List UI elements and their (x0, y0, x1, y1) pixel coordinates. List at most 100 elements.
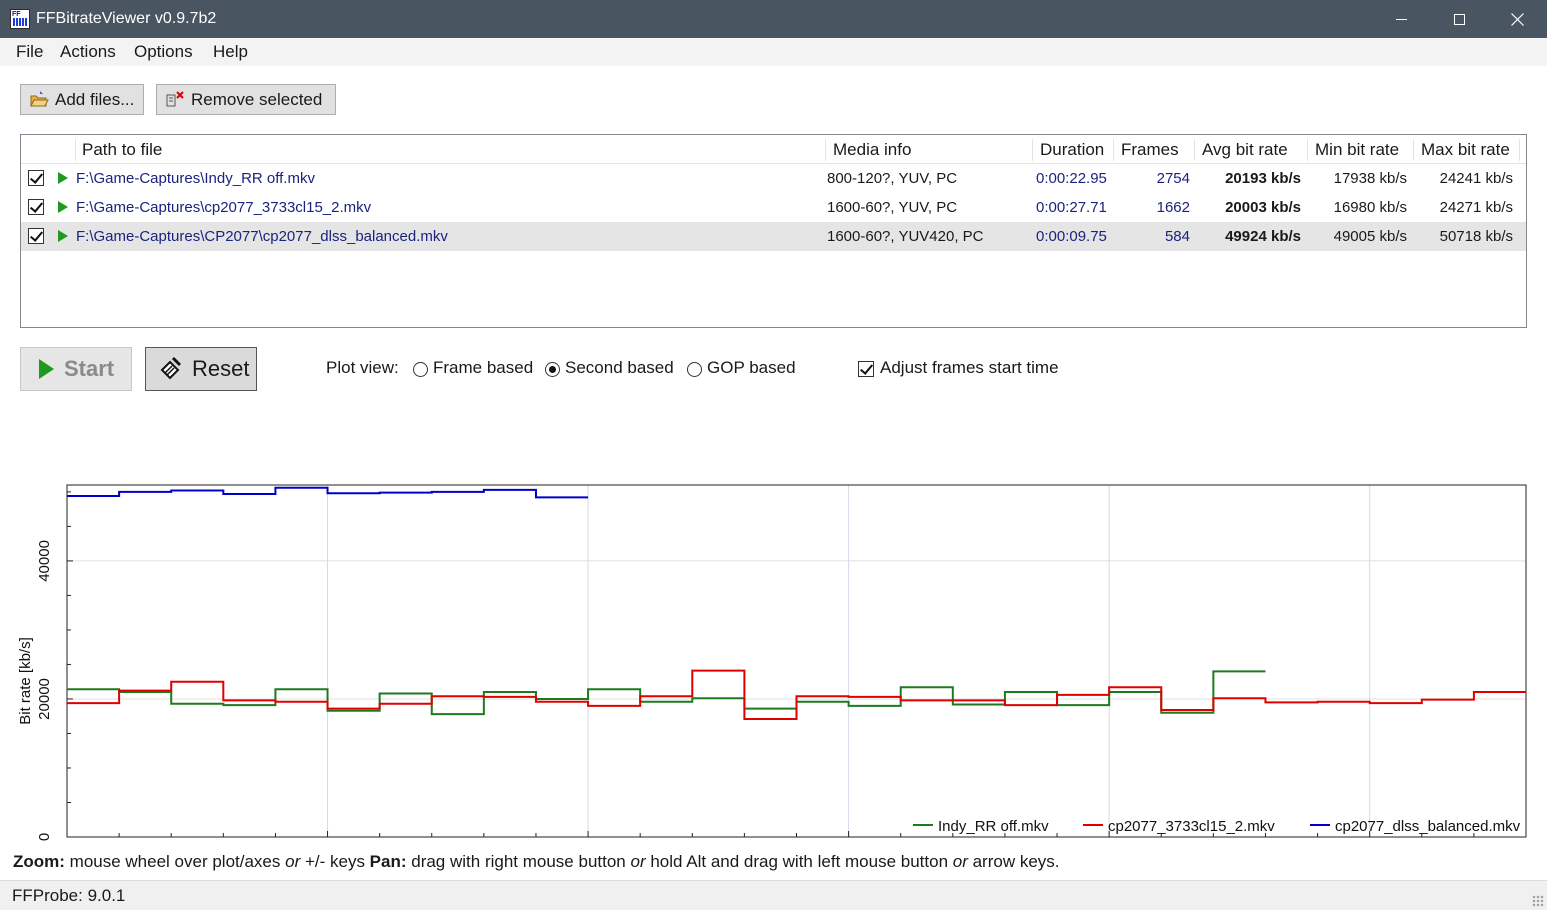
duration: 0:00:22.95 (1036, 170, 1107, 187)
file-list[interactable]: Path to file Media info Duration Frames … (20, 134, 1527, 328)
plot-view-label: Plot view: (326, 358, 399, 377)
menu-help[interactable]: Help (213, 42, 248, 62)
radio-gop-based[interactable] (687, 362, 702, 377)
radio-second-based[interactable] (545, 362, 560, 377)
folder-open-icon (29, 90, 49, 110)
pan-label: Pan: (369, 852, 407, 871)
legend-label: cp2077_dlss_balanced.mkv (1335, 818, 1521, 835)
media-info: 1600-60?, YUV420, PC (827, 228, 984, 245)
minimize-icon (1395, 18, 1407, 20)
maximize-icon (1453, 13, 1465, 25)
legend-label: Indy_RR off.mkv (938, 818, 1049, 835)
add-files-button[interactable]: Add files... (20, 84, 144, 115)
or-text: or (952, 852, 968, 871)
avg-bit-rate: 20193 kb/s (1225, 170, 1301, 187)
min-bit-rate: 17938 kb/s (1333, 170, 1407, 187)
column-max-bit-rate[interactable]: Max bit rate (1421, 140, 1510, 160)
menu-file[interactable]: File (16, 42, 43, 62)
column-path[interactable]: Path to file (82, 140, 162, 160)
y-axis-label: Bit rate [kb/s] (17, 637, 34, 725)
min-bit-rate: 16980 kb/s (1333, 199, 1407, 216)
remove-selected-button[interactable]: Remove selected (156, 84, 336, 115)
legend-label: cp2077_3733cl15_2.mkv (1108, 818, 1275, 835)
frames: 1662 (1156, 199, 1190, 216)
bitrate-chart[interactable]: 0:000:050:100:150:200:2502000040000Bit r… (0, 406, 1547, 852)
file-row[interactable]: F:\Game-Captures\Indy_RR off.mkv 800-120… (21, 164, 1526, 193)
plot-frame (66, 484, 1527, 838)
column-separator (75, 139, 76, 161)
column-separator (1413, 139, 1414, 161)
play-icon (58, 201, 68, 213)
title-bar: FF FFBitrateViewer v0.9.7b2 (0, 0, 1547, 38)
close-icon (1510, 12, 1524, 26)
window-title: FFBitrateViewer v0.9.7b2 (36, 10, 217, 27)
file-path: F:\Game-Captures\CP2077\cp2077_dlss_bala… (76, 228, 448, 245)
start-button[interactable]: Start (20, 347, 132, 391)
frames: 2754 (1156, 170, 1190, 187)
column-separator (825, 139, 826, 161)
radio-frame-based[interactable] (413, 362, 428, 377)
broom-icon (158, 356, 184, 382)
play-icon (58, 230, 68, 242)
file-row[interactable]: F:\Game-Captures\CP2077\cp2077_dlss_bala… (21, 222, 1526, 251)
app-icon: FF (10, 9, 30, 29)
column-min-bit-rate[interactable]: Min bit rate (1315, 140, 1399, 160)
pan-text-1: drag with right mouse button (406, 852, 631, 871)
zoom-text-1: mouse wheel over plot/axes (64, 852, 286, 871)
gop-based-label[interactable]: GOP based (707, 358, 796, 378)
duration: 0:00:27.71 (1036, 199, 1107, 216)
resize-grip-icon[interactable] (1532, 895, 1544, 907)
menu-actions[interactable]: Actions (60, 42, 116, 62)
column-separator (1307, 139, 1308, 161)
or-text: or (630, 852, 646, 871)
frames: 584 (1164, 228, 1190, 245)
status-bar: FFProbe: 9.0.1 (0, 880, 1547, 910)
avg-bit-rate: 20003 kb/s (1225, 199, 1301, 216)
pan-text-3: arrow keys. (967, 852, 1060, 871)
zoom-label: Zoom: (13, 852, 65, 871)
column-separator (1032, 139, 1033, 161)
y-tick-label: 40000 (36, 540, 53, 582)
row-checkbox[interactable] (28, 199, 44, 215)
file-row[interactable]: F:\Game-Captures\cp2077_3733cl15_2.mkv 1… (21, 193, 1526, 222)
row-checkbox[interactable] (28, 170, 44, 186)
column-media-info[interactable]: Media info (833, 140, 911, 160)
frame-based-label[interactable]: Frame based (433, 358, 533, 378)
or-text: or (285, 852, 301, 871)
row-checkbox[interactable] (28, 228, 44, 244)
adjust-start-label[interactable]: Adjust frames start time (880, 358, 1059, 378)
column-frames[interactable]: Frames (1121, 140, 1179, 160)
media-info: 1600-60?, YUV, PC (827, 199, 958, 216)
file-list-header: Path to file Media info Duration Frames … (21, 135, 1526, 164)
close-button[interactable] (1488, 0, 1546, 38)
file-path: F:\Game-Captures\cp2077_3733cl15_2.mkv (76, 199, 372, 216)
main-content: Add files... Remove selected Path to fil… (0, 66, 1547, 880)
second-based-label[interactable]: Second based (565, 358, 674, 378)
column-avg-bit-rate[interactable]: Avg bit rate (1202, 140, 1288, 160)
max-bit-rate: 50718 kb/s (1439, 228, 1513, 245)
start-label: Start (64, 356, 115, 381)
add-files-label: Add files... (55, 89, 135, 109)
play-icon (58, 172, 68, 184)
remove-icon (165, 90, 185, 110)
remove-selected-label: Remove selected (191, 89, 323, 109)
y-tick-label: 0 (36, 833, 53, 841)
file-path: F:\Game-Captures\Indy_RR off.mkv (76, 170, 315, 187)
series-line-1 (67, 670, 1266, 716)
column-separator (1519, 139, 1520, 161)
reset-label: Reset (192, 356, 250, 381)
series-line-2 (67, 669, 1526, 720)
start-icon (39, 359, 54, 379)
reset-button[interactable]: Reset (145, 347, 257, 391)
duration: 0:00:09.75 (1036, 228, 1107, 245)
maximize-button[interactable] (1430, 0, 1488, 38)
adjust-start-checkbox[interactable] (858, 361, 874, 377)
pan-text-2: hold Alt and drag with left mouse button (645, 852, 953, 871)
menu-bar: File Actions Options Help (0, 38, 1547, 66)
minimize-button[interactable] (1372, 0, 1430, 38)
menu-options[interactable]: Options (134, 42, 193, 62)
column-separator (1113, 139, 1114, 161)
column-duration[interactable]: Duration (1040, 140, 1104, 160)
ffprobe-version: FFProbe: 9.0.1 (12, 886, 126, 905)
min-bit-rate: 49005 kb/s (1333, 228, 1407, 245)
